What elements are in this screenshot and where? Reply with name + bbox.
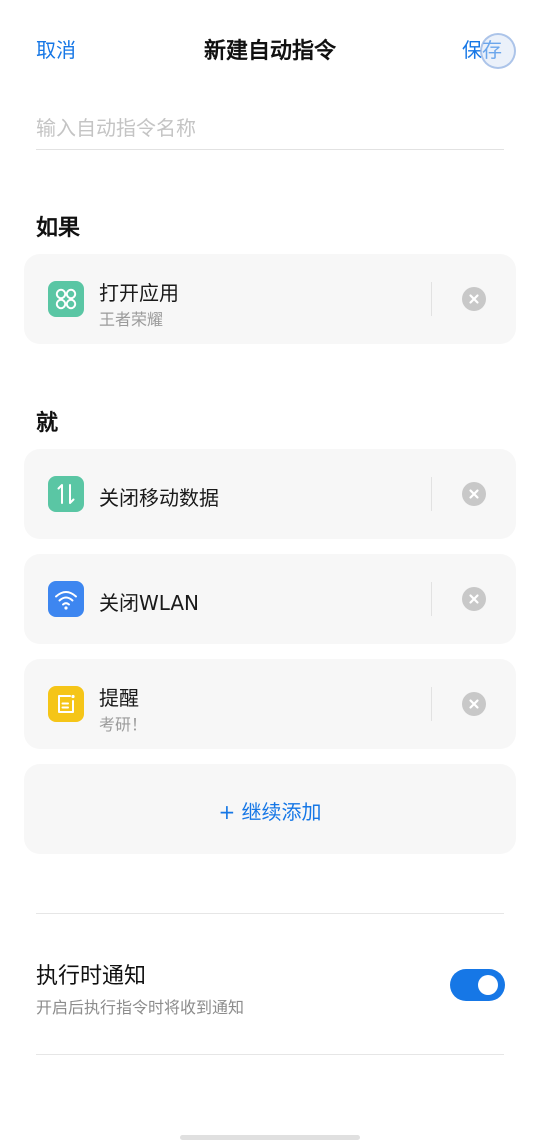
notify-setting-description: 开启后执行指令时将收到通知 [36,998,245,1017]
if-section-label: 如果 [36,216,81,241]
divider [431,582,432,616]
page-title: 新建自动指令 [203,39,336,64]
condition-title: 打开应用 [99,281,179,305]
action-subtitle: 考研！ [99,715,148,734]
action-title: 关闭移动数据 [99,486,219,510]
action-title: 关闭WLAN [99,591,200,615]
toggle-knob [478,975,498,995]
action-title: 提醒 [99,686,139,710]
add-action-button[interactable]: + 继续添加 [24,764,516,854]
then-section-label: 就 [36,411,59,436]
divider [431,282,432,316]
divider [36,913,504,914]
mobile-data-icon [48,476,84,512]
notify-setting-title: 执行时通知 [36,964,147,989]
condition-subtitle: 王者荣耀 [99,310,164,329]
action-card-wlan[interactable]: 关闭WLAN [24,554,516,644]
divider [431,687,432,721]
wifi-icon [48,581,84,617]
shortcut-name-input[interactable] [36,106,504,150]
close-icon [469,489,479,499]
notify-toggle[interactable] [450,969,505,1001]
add-action-label: + 继续添加 [218,800,322,824]
action-card-mobile-data[interactable]: 关闭移动数据 [24,449,516,539]
home-indicator[interactable] [180,1135,360,1140]
remove-action-button[interactable] [462,587,486,611]
close-icon [469,594,479,604]
condition-card-open-app[interactable]: 打开应用 王者荣耀 [24,254,516,344]
close-icon [469,294,479,304]
remove-action-button[interactable] [462,692,486,716]
top-bar: 取消 新建自动指令 保存 [0,0,540,96]
action-card-reminder[interactable]: 提醒 考研！ [24,659,516,749]
app-grid-icon [48,281,84,317]
divider [431,477,432,511]
close-icon [469,699,479,709]
remove-action-button[interactable] [462,482,486,506]
divider [36,1054,504,1055]
remove-condition-button[interactable] [462,287,486,311]
touch-indicator [480,33,516,69]
reminder-note-icon [48,686,84,722]
